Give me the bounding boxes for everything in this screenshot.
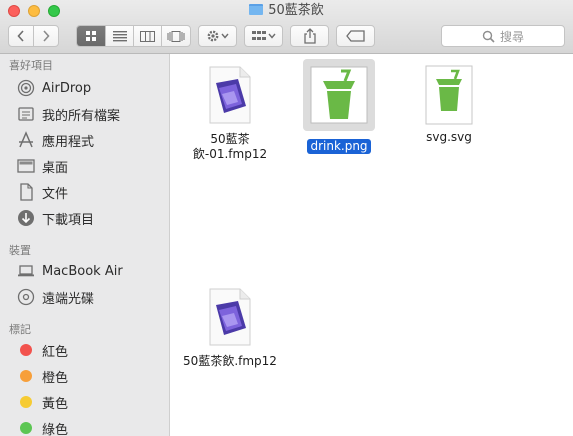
laptop-icon bbox=[17, 262, 35, 280]
sidebar-item-label: 綠色 bbox=[42, 422, 69, 436]
sidebar-item-label: AirDrop bbox=[42, 80, 92, 96]
sidebar-item-label: 黃色 bbox=[42, 396, 69, 412]
forward-button[interactable] bbox=[34, 26, 58, 46]
share-icon bbox=[303, 28, 316, 44]
sidebar-item-label: MacBook Air bbox=[42, 263, 123, 279]
sidebar-tag-orange[interactable]: 橙色 bbox=[0, 364, 169, 388]
file-name-wrap: drink.png bbox=[279, 135, 399, 154]
file-item-svg-svg[interactable]: svg.svg bbox=[389, 64, 509, 145]
gallery-view-button[interactable] bbox=[162, 26, 190, 46]
green-tag-dot-icon bbox=[20, 422, 32, 434]
downloads-icon bbox=[17, 209, 35, 227]
arrange-grid-icon bbox=[251, 31, 276, 40]
sidebar-item-label: 下載項目 bbox=[42, 212, 95, 228]
red-tag-dot-icon bbox=[20, 344, 32, 356]
file-name: 50藍茶 飲-01.fmp12 bbox=[170, 132, 290, 162]
file-name: svg.svg bbox=[426, 130, 472, 144]
sidebar-tag-green[interactable]: 綠色 bbox=[0, 416, 169, 436]
sidebar-item-remote-disc[interactable]: 遠端光碟 bbox=[0, 285, 169, 309]
grid-icon bbox=[86, 31, 96, 41]
chevron-right-icon bbox=[43, 30, 50, 42]
file-item-filemaker[interactable]: 50藍茶飲.fmp12 bbox=[170, 284, 290, 369]
search-field[interactable]: 搜尋 bbox=[441, 25, 565, 47]
list-view-button[interactable] bbox=[106, 26, 134, 46]
file-name-selected: drink.png bbox=[307, 139, 371, 154]
file-item-filemaker-01[interactable]: 50藍茶 飲-01.fmp12 bbox=[170, 62, 290, 162]
sidebar-item-macbook-air[interactable]: MacBook Air bbox=[0, 259, 169, 283]
desktop-icon bbox=[17, 157, 35, 175]
file-item-drink-png[interactable]: drink.png bbox=[279, 59, 399, 154]
window-title: 50藍茶飲 bbox=[0, 2, 573, 20]
share-button[interactable] bbox=[290, 25, 329, 47]
sidebar-item-airdrop[interactable]: AirDrop bbox=[0, 76, 169, 100]
airdrop-icon bbox=[17, 79, 35, 97]
file-name-line1: 50藍茶 bbox=[210, 132, 250, 146]
list-icon bbox=[112, 30, 127, 41]
tags-button[interactable] bbox=[336, 25, 375, 47]
action-menu-button[interactable] bbox=[198, 25, 237, 47]
sidebar-item-desktop[interactable]: 桌面 bbox=[0, 154, 169, 178]
arrange-menu-button[interactable] bbox=[244, 25, 283, 47]
all-files-icon bbox=[17, 105, 35, 123]
folder-icon bbox=[249, 4, 264, 15]
sidebar-section-devices-title: 裝置 bbox=[9, 244, 31, 257]
search-placeholder: 搜尋 bbox=[499, 29, 524, 44]
sidebar-section-tags-title: 標記 bbox=[9, 323, 31, 336]
sidebar-item-downloads[interactable]: 下載項目 bbox=[0, 206, 169, 230]
tag-icon bbox=[345, 30, 365, 42]
sidebar-item-label: 桌面 bbox=[42, 160, 69, 176]
file-name: 50藍茶飲.fmp12 bbox=[183, 354, 277, 368]
sidebar-tag-red[interactable]: 紅色 bbox=[0, 338, 169, 362]
sidebar-item-label: 遠端光碟 bbox=[42, 291, 95, 307]
columns-icon bbox=[140, 30, 155, 42]
sidebar-item-label: 應用程式 bbox=[42, 134, 95, 150]
window-title-text: 50藍茶飲 bbox=[268, 3, 324, 18]
view-mode-selector bbox=[76, 25, 191, 47]
sidebar-item-label: 橙色 bbox=[42, 370, 69, 386]
cover-flow-icon bbox=[167, 30, 185, 42]
remote-disc-icon bbox=[17, 288, 35, 306]
chevron-left-icon bbox=[17, 30, 24, 42]
toolbar: 50藍茶飲 搜尋 bbox=[0, 0, 573, 54]
orange-tag-dot-icon bbox=[20, 370, 32, 382]
sidebar-item-label: 紅色 bbox=[42, 344, 69, 360]
column-view-button[interactable] bbox=[134, 26, 162, 46]
back-button[interactable] bbox=[9, 26, 34, 46]
search-icon bbox=[482, 30, 495, 43]
sidebar-tag-yellow[interactable]: 黃色 bbox=[0, 390, 169, 414]
sidebar-item-documents[interactable]: 文件 bbox=[0, 180, 169, 204]
sidebar-item-label: 文件 bbox=[42, 186, 69, 202]
sidebar-item-all-files[interactable]: 我的所有檔案 bbox=[0, 102, 169, 126]
file-browser: 50藍茶 飲-01.fmp12 drink.png svg.svg 50藍茶飲.… bbox=[170, 54, 573, 436]
finder-window: 50藍茶飲 搜尋 喜好項目 AirDrop 我的所有檔案 應用程式 桌面 文件 … bbox=[0, 0, 573, 436]
filemaker-file-icon bbox=[205, 284, 255, 350]
yellow-tag-dot-icon bbox=[20, 396, 32, 408]
sidebar-item-label: 我的所有檔案 bbox=[42, 108, 121, 124]
gear-icon bbox=[207, 30, 229, 42]
svg-file-thumbnail bbox=[424, 64, 474, 126]
sidebar-section-favorites-title: 喜好項目 bbox=[9, 59, 53, 72]
filemaker-file-icon bbox=[205, 62, 255, 128]
sidebar: 喜好項目 AirDrop 我的所有檔案 應用程式 桌面 文件 下載項目 裝置 M… bbox=[0, 54, 170, 436]
documents-icon bbox=[17, 183, 35, 201]
navigation-buttons bbox=[8, 25, 59, 47]
applications-icon bbox=[17, 131, 35, 149]
sidebar-item-applications[interactable]: 應用程式 bbox=[0, 128, 169, 152]
drink-png-thumbnail bbox=[303, 59, 375, 131]
icon-view-button[interactable] bbox=[77, 26, 106, 46]
file-name-line2: 飲-01.fmp12 bbox=[192, 147, 268, 161]
